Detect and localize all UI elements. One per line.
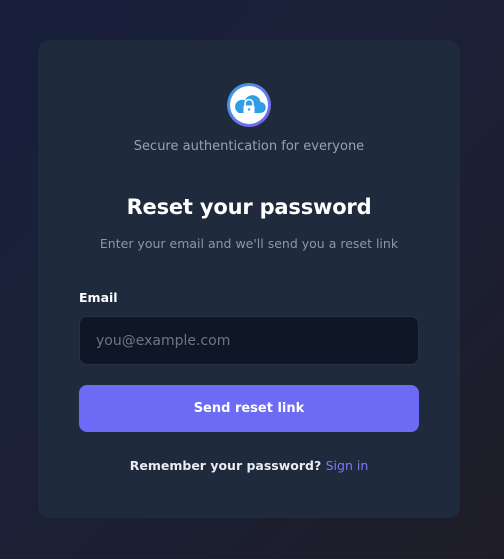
page-subtitle: Enter your email and we'll send you a re…: [99, 236, 399, 251]
reset-password-card: Secure authentication for everyone Reset…: [38, 40, 460, 518]
send-reset-link-button[interactable]: Send reset link: [79, 385, 419, 432]
email-field[interactable]: [79, 316, 419, 365]
signin-prompt: Remember your password? Sign in: [38, 458, 460, 473]
signin-link[interactable]: Sign in: [326, 458, 369, 473]
page-title: Reset your password: [126, 195, 372, 219]
tagline: Secure authentication for everyone: [133, 139, 365, 154]
signin-prompt-text: Remember your password?: [129, 458, 322, 473]
email-label: Email: [79, 290, 118, 305]
cloud-lock-icon: [226, 82, 272, 128]
